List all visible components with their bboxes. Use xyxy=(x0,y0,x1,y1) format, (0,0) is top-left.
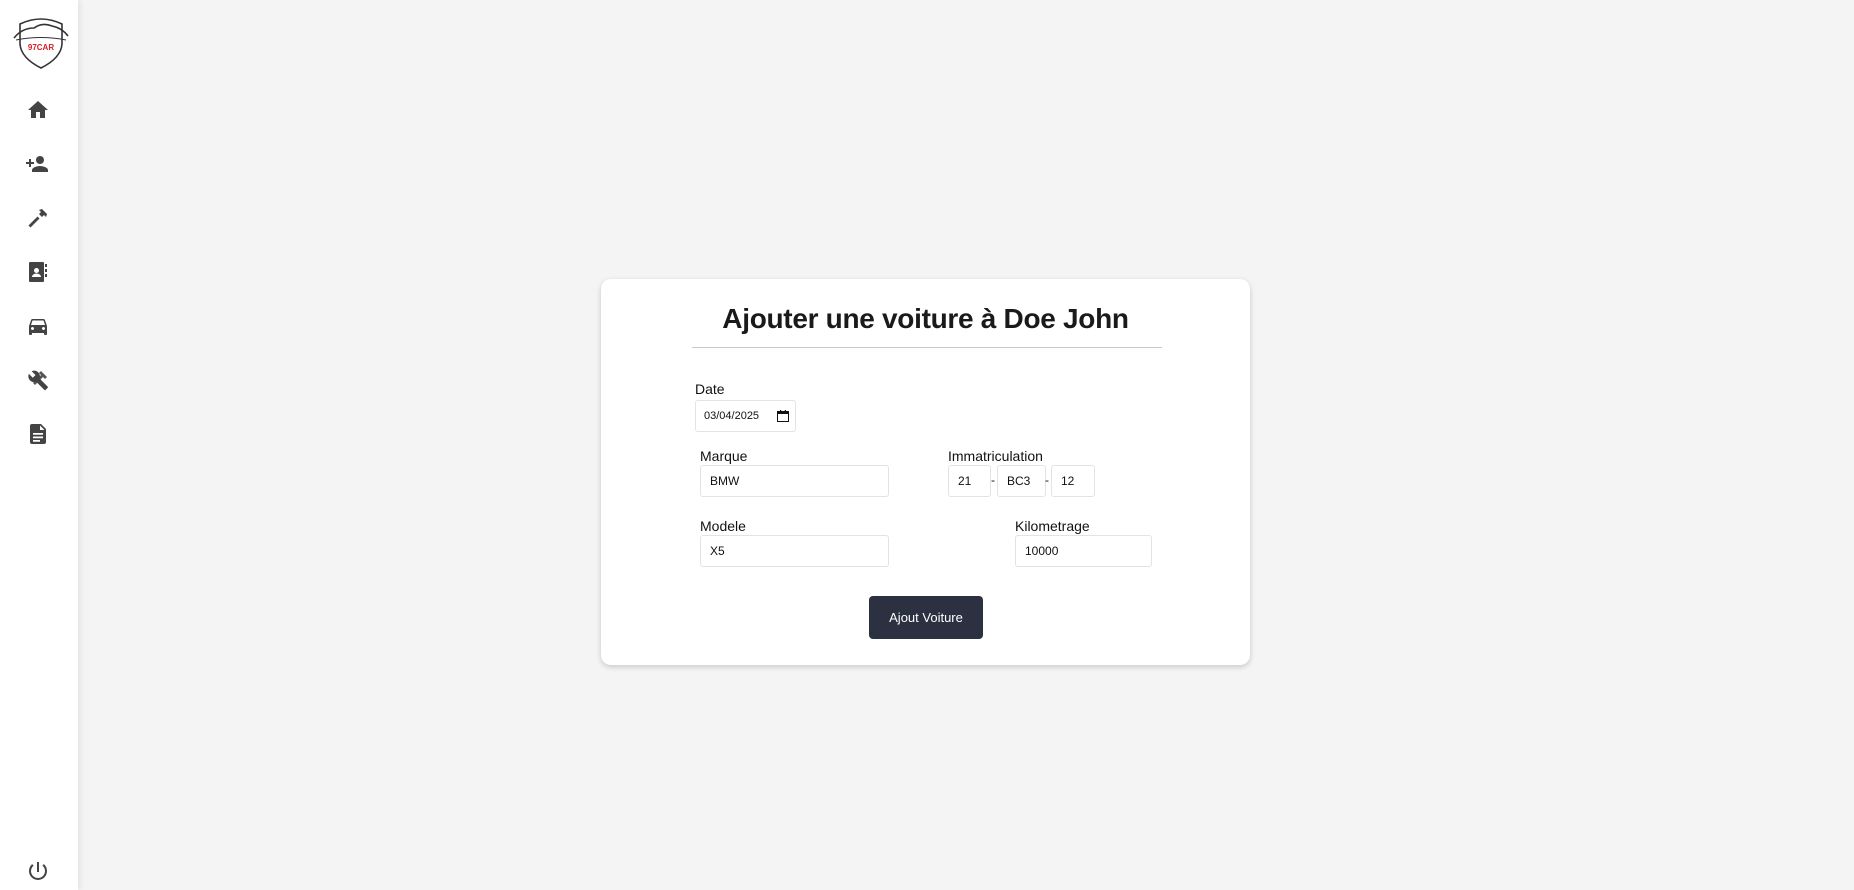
sidebar-item-contacts[interactable] xyxy=(21,255,55,289)
immatriculation-label: Immatriculation xyxy=(948,448,1043,464)
hammer-icon xyxy=(28,209,47,228)
immatriculation-part3-input[interactable]: 12 xyxy=(1051,465,1095,497)
sidebar-item-documents[interactable] xyxy=(21,417,55,451)
sidebar-item-cars[interactable] xyxy=(21,309,55,343)
marque-label: Marque xyxy=(700,448,748,464)
kilometrage-label: Kilometrage xyxy=(1015,518,1090,534)
date-label: Date xyxy=(695,381,725,397)
sidebar-item-add-client[interactable] xyxy=(21,147,55,181)
immatriculation-part2-input[interactable]: BC3 xyxy=(997,465,1046,497)
sidebar: 97CAR xyxy=(0,0,78,890)
title-divider xyxy=(692,347,1162,348)
immatriculation-part1-input[interactable]: 21 xyxy=(948,465,991,497)
car-icon xyxy=(29,319,47,335)
calendar-icon[interactable] xyxy=(777,410,789,422)
modele-label: Modele xyxy=(700,518,746,534)
modele-value: X5 xyxy=(710,544,725,558)
user-plus-icon xyxy=(26,156,48,172)
immatriculation-part1-value: 21 xyxy=(958,474,972,488)
immatriculation-separator: - xyxy=(991,473,995,487)
marque-value: BMW xyxy=(710,474,740,488)
home-icon xyxy=(28,101,48,118)
sidebar-item-interventions[interactable] xyxy=(21,201,55,235)
modele-input[interactable]: X5 xyxy=(700,535,889,567)
kilometrage-input[interactable]: 10000 xyxy=(1015,535,1152,567)
add-car-form: Ajouter une voiture à Doe John Date 03/0… xyxy=(601,279,1250,665)
brand-logo[interactable]: 97CAR xyxy=(12,16,70,70)
sidebar-item-home[interactable] xyxy=(21,93,55,127)
tools-icon xyxy=(28,370,48,391)
page-title: Ajouter une voiture à Doe John xyxy=(722,303,1129,334)
kilometrage-value: 10000 xyxy=(1025,544,1059,558)
date-value: 03/04/2025 xyxy=(704,410,760,422)
power-icon xyxy=(28,862,47,880)
sidebar-item-tools[interactable] xyxy=(21,363,55,397)
marque-input[interactable]: BMW xyxy=(700,465,889,497)
immatriculation-part3-value: 12 xyxy=(1061,474,1075,488)
document-icon xyxy=(30,424,46,444)
ajout-voiture-button[interactable]: Ajout Voiture xyxy=(869,596,983,639)
contact-book-icon xyxy=(29,262,47,282)
immatriculation-part2-value: BC3 xyxy=(1007,474,1031,488)
immatriculation-separator: - xyxy=(1045,473,1049,487)
logout-button[interactable] xyxy=(21,854,55,888)
logo-text: 97CAR xyxy=(28,43,54,52)
date-field[interactable]: 03/04/2025 xyxy=(695,400,796,432)
logo-shield-icon: 97CAR xyxy=(13,18,69,69)
